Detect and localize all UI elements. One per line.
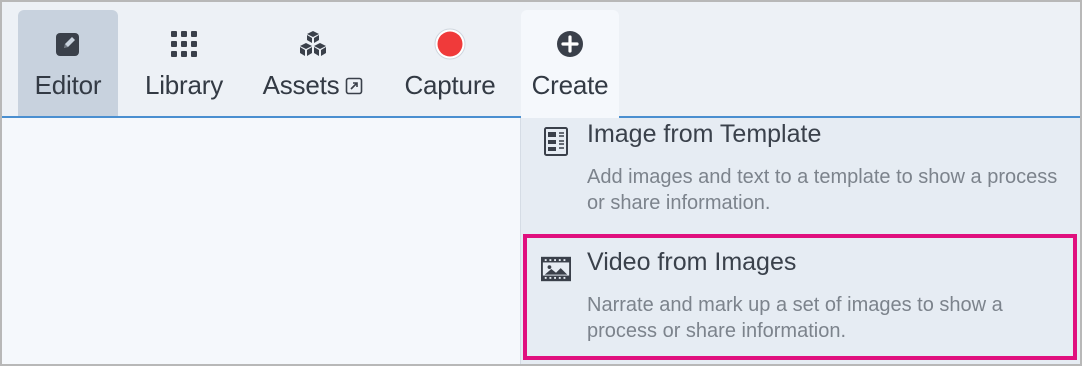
cubes-icon <box>300 31 326 56</box>
create-dropdown-menu: Image from Template Add images and text … <box>520 118 1080 364</box>
tab-create-label: Create <box>531 70 609 100</box>
menu-item-title: Video from Images <box>587 248 797 276</box>
menu-item-video-from-images[interactable]: Video from Images Narrate and mark up a … <box>523 234 1077 360</box>
tab-assets[interactable]: Assets <box>250 10 376 116</box>
menu-item-description: Add images and text to a template to sho… <box>587 166 1058 214</box>
tab-editor[interactable]: Editor <box>18 10 118 116</box>
record-icon <box>434 28 466 60</box>
template-icon <box>544 127 568 156</box>
tab-library-label: Library <box>144 70 224 100</box>
grid-icon <box>171 31 197 57</box>
menu-item-title: Image from Template <box>587 120 822 148</box>
plus-circle-icon <box>557 31 583 57</box>
main-toolbar: Editor Library Assets Capture Create <box>2 2 1080 118</box>
app-frame: Editor Library Assets Capture Create Ima… <box>0 0 1082 366</box>
pencil-square-icon <box>56 33 79 56</box>
tab-editor-label: Editor <box>34 70 102 100</box>
menu-item-image-from-template[interactable]: Image from Template Add images and text … <box>521 118 1080 232</box>
filmstrip-image-icon <box>541 256 571 282</box>
tab-capture-label: Capture <box>404 70 496 100</box>
external-link-icon <box>346 77 363 94</box>
tab-capture[interactable]: Capture <box>394 10 506 116</box>
tab-assets-label: Assets <box>262 70 340 100</box>
tab-library[interactable]: Library <box>130 10 238 116</box>
tab-create[interactable]: Create <box>521 10 619 118</box>
menu-item-description: Narrate and mark up a set of images to s… <box>587 294 1003 342</box>
